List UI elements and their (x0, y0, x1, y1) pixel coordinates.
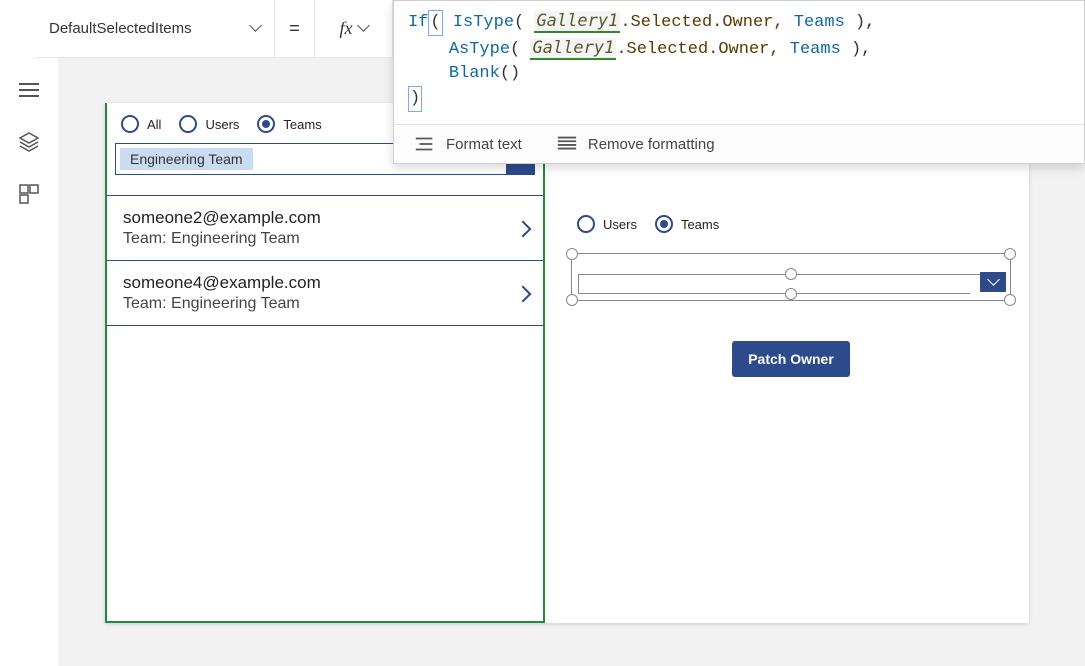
token-blank: Blank (449, 64, 500, 83)
gallery-item-sub: Team: Engineering Team (123, 230, 321, 248)
gallery: someone2@example.com Team: Engineering T… (107, 195, 543, 621)
radio-users[interactable] (179, 115, 197, 133)
format-text-button[interactable]: Format text (414, 135, 522, 153)
resize-handle[interactable] (1004, 294, 1016, 306)
selected-combobox-control[interactable] (571, 253, 1011, 301)
format-text-icon (414, 135, 436, 153)
fx-icon: fx (340, 18, 353, 39)
cursor: ( (428, 10, 442, 36)
left-panel: All Users Teams Engineering Team someone… (105, 103, 545, 623)
formula-toolbar: Format text Remove formatting (394, 124, 1084, 163)
resize-handle[interactable] (785, 268, 797, 280)
radio-teams-right[interactable] (655, 215, 673, 233)
radio-teams-right-label: Teams (681, 217, 719, 232)
radio-all[interactable] (121, 115, 139, 133)
gallery-item[interactable]: someone4@example.com Team: Engineering T… (107, 260, 543, 326)
chevron-down-icon (251, 20, 260, 37)
resize-handle[interactable] (785, 288, 797, 300)
fx-button[interactable]: fx (315, 0, 393, 57)
patch-owner-button[interactable]: Patch Owner (732, 341, 850, 377)
radio-users-label: Users (205, 117, 239, 132)
formula-body[interactable]: If( IsType( Gallery1.Selected.Owner, Tea… (394, 1, 1084, 124)
property-selector[interactable]: DefaultSelectedItems (35, 0, 275, 57)
radio-users-right[interactable] (577, 215, 595, 233)
app-canvas[interactable]: All Users Teams Engineering Team someone… (105, 103, 1029, 623)
equals-label: = (275, 0, 315, 57)
chevron-down-icon (359, 21, 368, 37)
radio-teams-label: Teams (283, 117, 321, 132)
radio-users-right-label: Users (603, 217, 637, 232)
token-gallery: Gallery1 (530, 38, 616, 60)
gallery-item-sub: Team: Engineering Team (123, 295, 321, 313)
close-paren: ) (408, 86, 422, 112)
remove-formatting-button[interactable]: Remove formatting (556, 135, 715, 153)
radio-teams[interactable] (257, 115, 275, 133)
property-selector-value: DefaultSelectedItems (49, 20, 192, 37)
right-panel: Users Teams Patch Owner (571, 203, 1011, 377)
gallery-item-title: someone2@example.com (123, 208, 321, 228)
left-rail (0, 58, 58, 666)
formula-bar[interactable]: If( IsType( Gallery1.Selected.Owner, Tea… (393, 0, 1085, 164)
chevron-down-icon[interactable] (980, 272, 1006, 292)
layers-icon[interactable] (17, 130, 41, 154)
chevron-right-icon[interactable] (517, 280, 529, 306)
remove-formatting-icon (556, 135, 578, 153)
token-istype: IsType (453, 13, 514, 32)
components-icon[interactable] (17, 182, 41, 206)
resize-handle[interactable] (566, 294, 578, 306)
chevron-right-icon[interactable] (517, 215, 529, 241)
radio-all-label: All (147, 117, 161, 132)
resize-handle[interactable] (566, 248, 578, 260)
remove-formatting-label: Remove formatting (588, 136, 715, 153)
right-radio-row: Users Teams (571, 203, 1011, 243)
token-astype: AsType (449, 40, 510, 59)
token-gallery: Gallery1 (534, 11, 620, 33)
hamburger-icon[interactable] (17, 78, 41, 102)
format-text-label: Format text (446, 136, 522, 153)
team-combobox-value: Engineering Team (120, 148, 253, 170)
gallery-item-title: someone4@example.com (123, 273, 321, 293)
gallery-item[interactable]: someone2@example.com Team: Engineering T… (107, 195, 543, 260)
token-if: If (408, 13, 428, 32)
resize-handle[interactable] (1004, 248, 1016, 260)
